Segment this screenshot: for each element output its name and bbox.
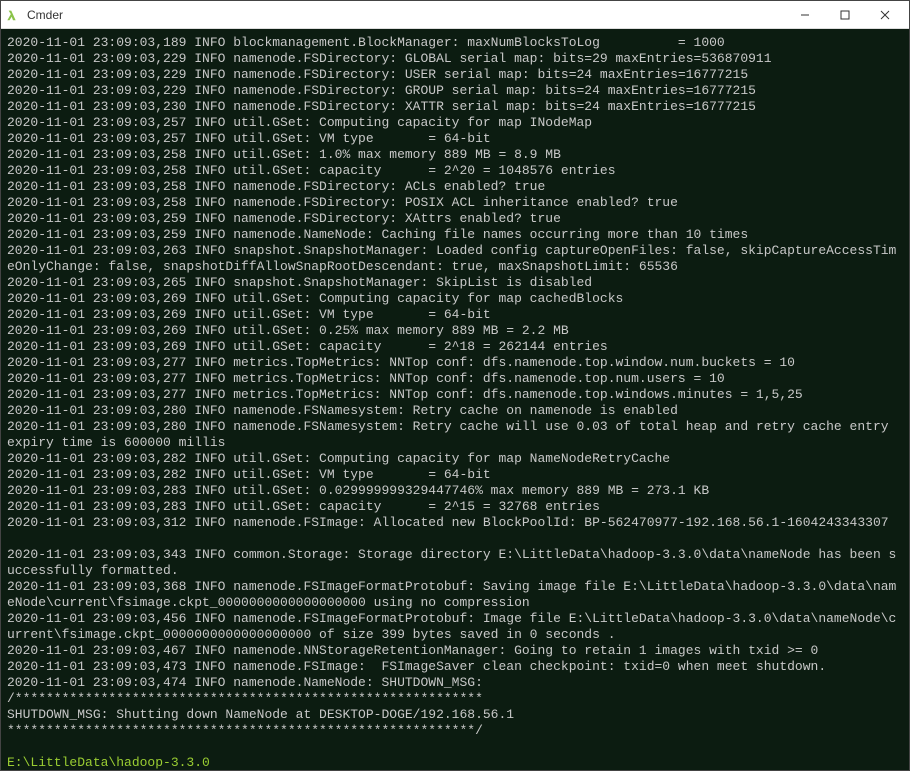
log-line: 2020-11-01 23:09:03,229 INFO namenode.FS…	[7, 51, 903, 67]
close-button[interactable]	[865, 1, 905, 29]
log-line: 2020-11-01 23:09:03,263 INFO snapshot.Sn…	[7, 243, 903, 275]
log-line: 2020-11-01 23:09:03,473 INFO namenode.FS…	[7, 659, 903, 675]
lambda-icon	[5, 7, 21, 23]
window-title: Cmder	[27, 8, 785, 22]
terminal-output[interactable]: 2020-11-01 23:09:03,189 INFO blockmanage…	[1, 29, 909, 770]
log-line: 2020-11-01 23:09:03,474 INFO namenode.Na…	[7, 675, 903, 691]
log-line: 2020-11-01 23:09:03,277 INFO metrics.Top…	[7, 387, 903, 403]
log-line: 2020-11-01 23:09:03,258 INFO namenode.FS…	[7, 195, 903, 211]
log-line	[7, 739, 903, 755]
log-line: SHUTDOWN_MSG: Shutting down NameNode at …	[7, 707, 903, 723]
log-line: 2020-11-01 23:09:03,277 INFO metrics.Top…	[7, 371, 903, 387]
log-line: 2020-11-01 23:09:03,282 INFO util.GSet: …	[7, 451, 903, 467]
log-line: 2020-11-01 23:09:03,258 INFO util.GSet: …	[7, 163, 903, 179]
log-line: 2020-11-01 23:09:03,229 INFO namenode.FS…	[7, 83, 903, 99]
log-line: ****************************************…	[7, 723, 903, 739]
log-line: 2020-11-01 23:09:03,258 INFO namenode.FS…	[7, 179, 903, 195]
log-line: 2020-11-01 23:09:03,269 INFO util.GSet: …	[7, 291, 903, 307]
log-line: 2020-11-01 23:09:03,230 INFO namenode.FS…	[7, 99, 903, 115]
log-line: 2020-11-01 23:09:03,257 INFO util.GSet: …	[7, 115, 903, 131]
log-line: 2020-11-01 23:09:03,259 INFO namenode.Na…	[7, 227, 903, 243]
log-line: 2020-11-01 23:09:03,269 INFO util.GSet: …	[7, 323, 903, 339]
window-controls	[785, 1, 905, 29]
log-line: 2020-11-01 23:09:03,283 INFO util.GSet: …	[7, 483, 903, 499]
app-window: Cmder 2020-11-01 23:09:03,189 INFO block…	[0, 0, 910, 771]
log-line: 2020-11-01 23:09:03,280 INFO namenode.FS…	[7, 419, 903, 451]
log-line: 2020-11-01 23:09:03,258 INFO util.GSet: …	[7, 147, 903, 163]
maximize-button[interactable]	[825, 1, 865, 29]
log-line: 2020-11-01 23:09:03,283 INFO util.GSet: …	[7, 499, 903, 515]
titlebar[interactable]: Cmder	[1, 1, 909, 29]
log-line: 2020-11-01 23:09:03,189 INFO blockmanage…	[7, 35, 903, 51]
log-line: 2020-11-01 23:09:03,259 INFO namenode.FS…	[7, 211, 903, 227]
log-line: 2020-11-01 23:09:03,265 INFO snapshot.Sn…	[7, 275, 903, 291]
log-line: 2020-11-01 23:09:03,343 INFO common.Stor…	[7, 547, 903, 579]
log-line: 2020-11-01 23:09:03,229 INFO namenode.FS…	[7, 67, 903, 83]
log-line: 2020-11-01 23:09:03,282 INFO util.GSet: …	[7, 467, 903, 483]
log-line: 2020-11-01 23:09:03,312 INFO namenode.FS…	[7, 515, 903, 531]
log-line: 2020-11-01 23:09:03,280 INFO namenode.FS…	[7, 403, 903, 419]
log-line	[7, 531, 903, 547]
log-line: 2020-11-01 23:09:03,257 INFO util.GSet: …	[7, 131, 903, 147]
log-line: 2020-11-01 23:09:03,467 INFO namenode.NN…	[7, 643, 903, 659]
log-line: 2020-11-01 23:09:03,269 INFO util.GSet: …	[7, 339, 903, 355]
log-line: 2020-11-01 23:09:03,277 INFO metrics.Top…	[7, 355, 903, 371]
log-line: 2020-11-01 23:09:03,368 INFO namenode.FS…	[7, 579, 903, 611]
log-line: 2020-11-01 23:09:03,456 INFO namenode.FS…	[7, 611, 903, 643]
log-line: /***************************************…	[7, 691, 903, 707]
minimize-button[interactable]	[785, 1, 825, 29]
log-line: 2020-11-01 23:09:03,269 INFO util.GSet: …	[7, 307, 903, 323]
shell-prompt[interactable]: E:\LittleData\hadoop-3.3.0	[7, 755, 903, 770]
